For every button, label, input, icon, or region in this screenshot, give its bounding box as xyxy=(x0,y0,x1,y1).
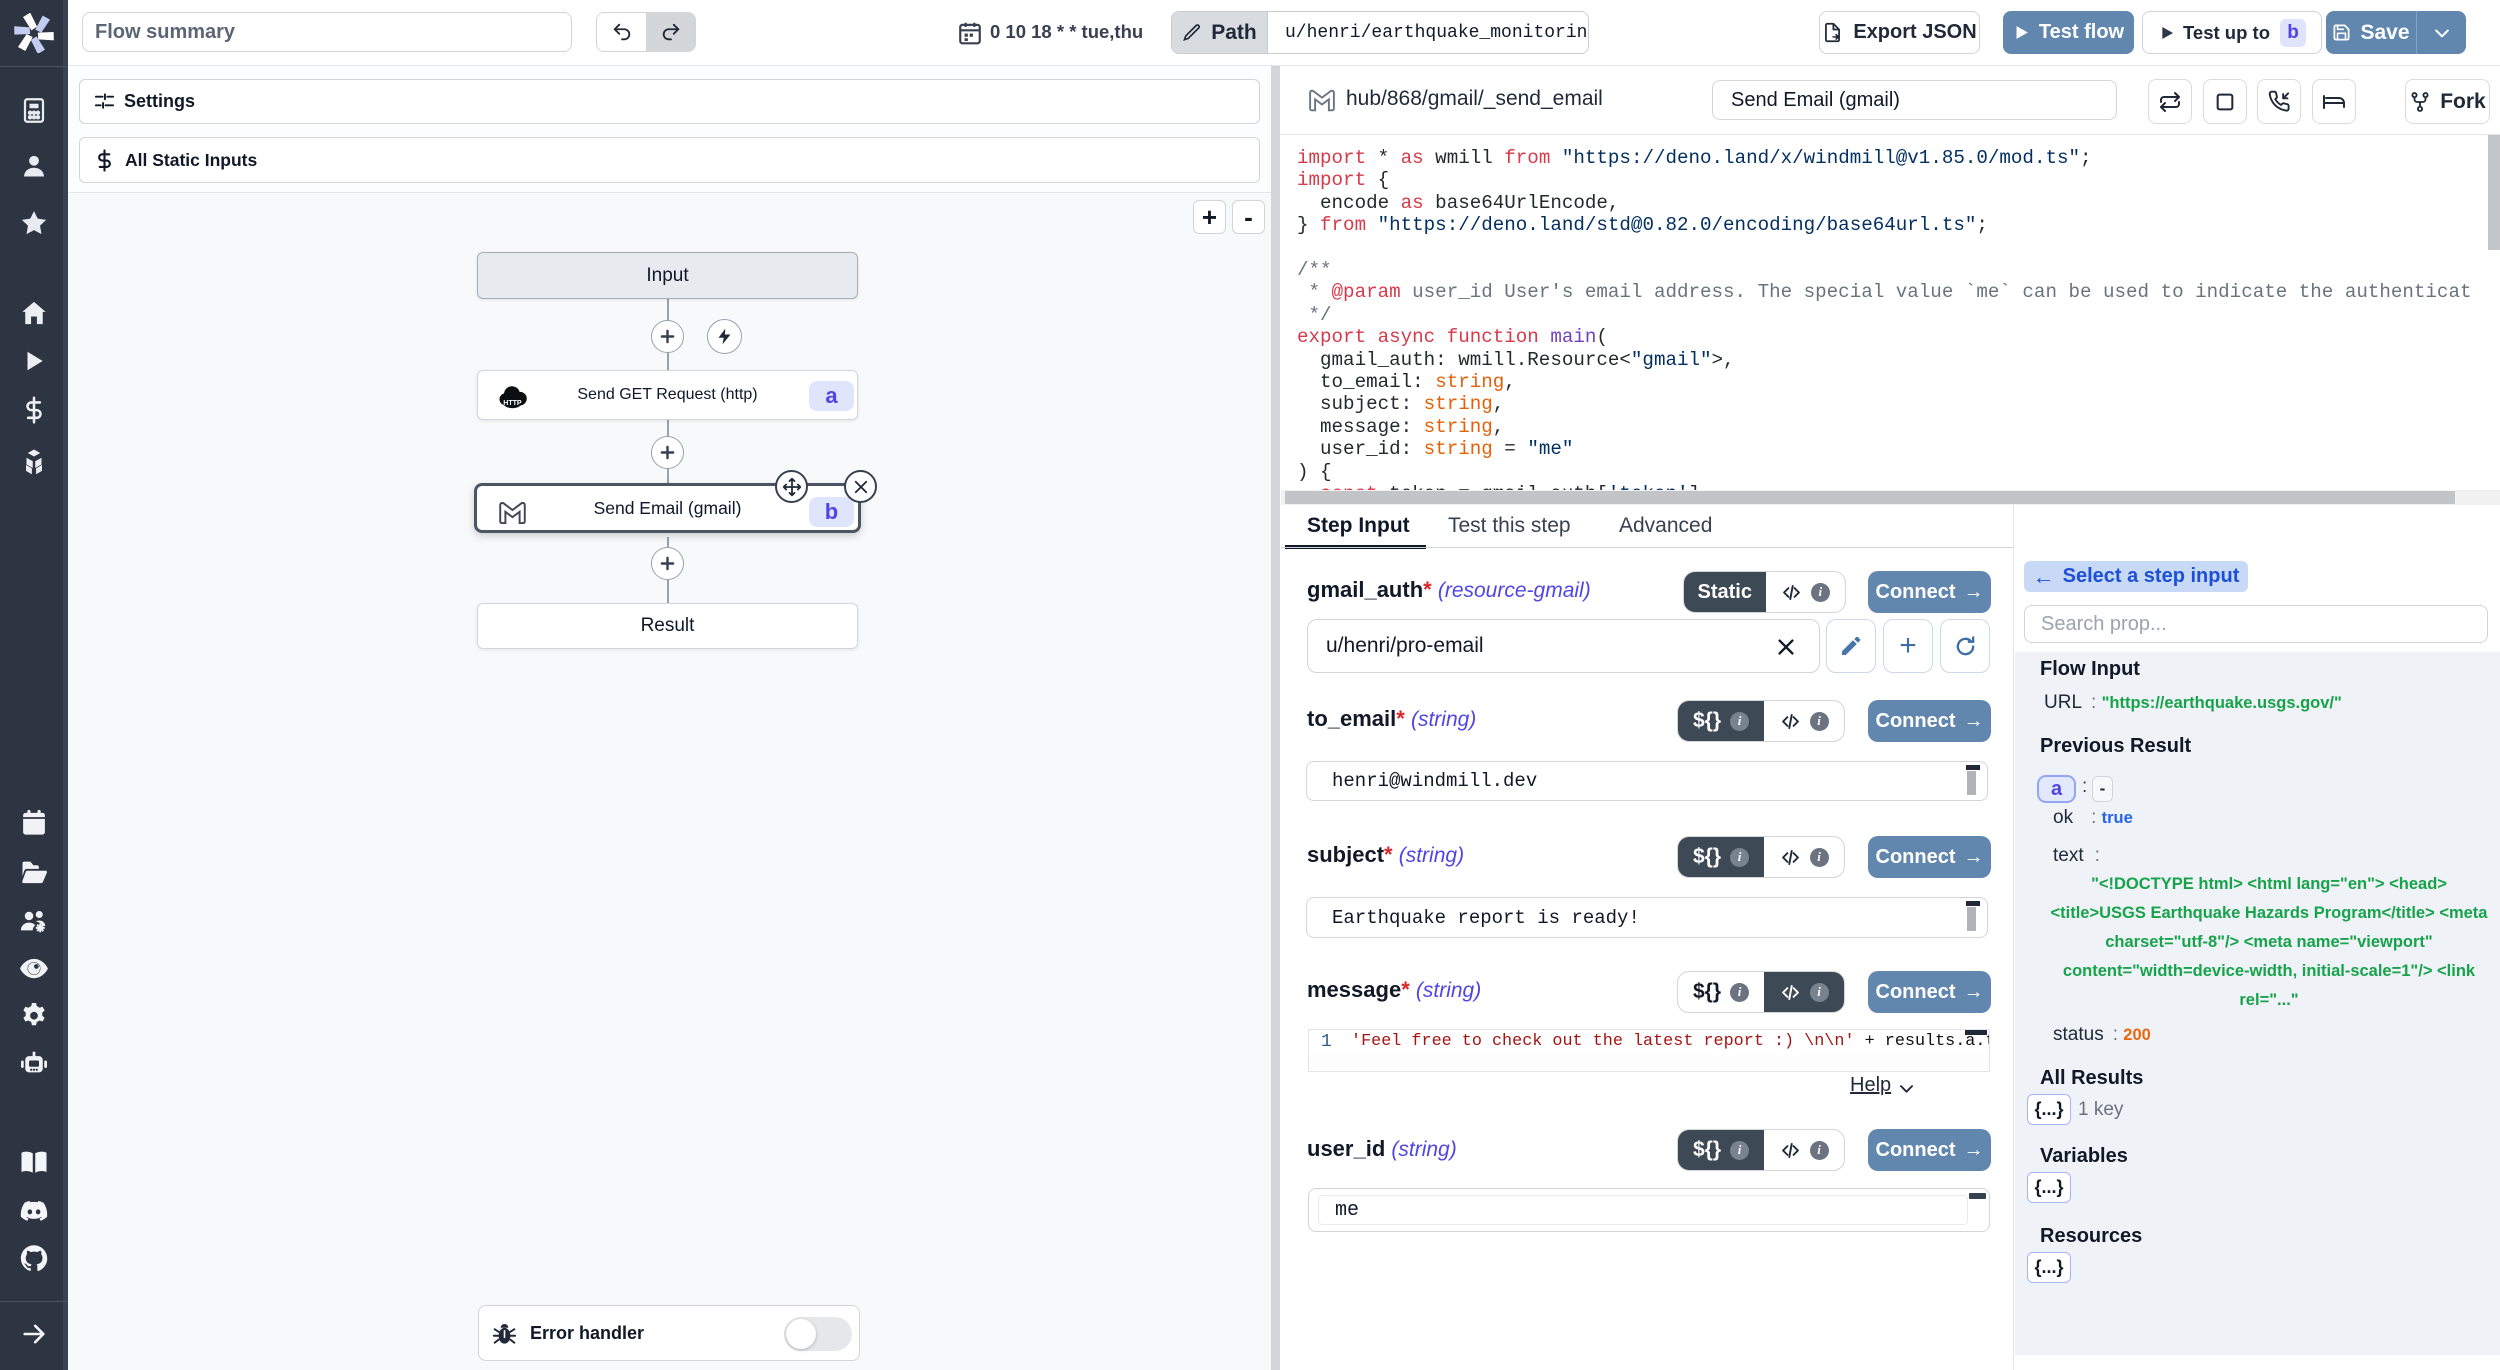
svg-text:HTTP: HTTP xyxy=(503,400,522,407)
